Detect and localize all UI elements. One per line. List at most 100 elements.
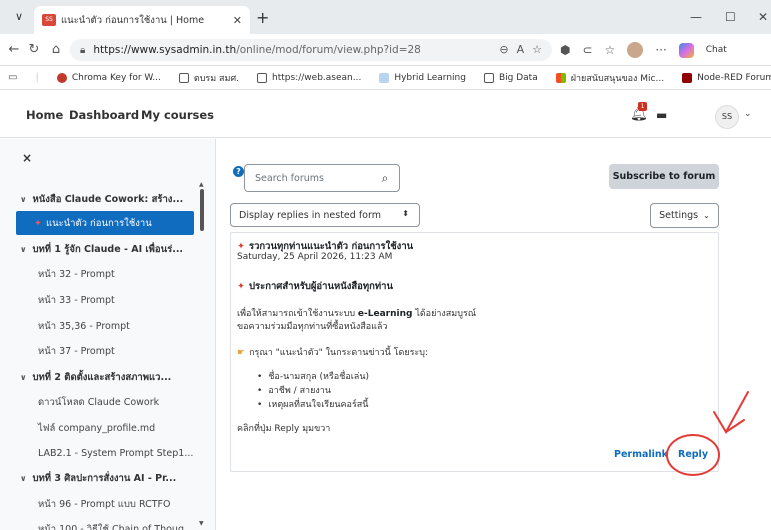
activity-page-96[interactable]: หน้า 96 - Prompt แบบ RCTFO [20,492,208,516]
collections-icon[interactable]: ▭ [8,72,17,83]
activity-download-claude-cowork[interactable]: ดาวน์โหลด Claude Cowork [20,390,208,414]
lock-icon: 🔒︎ [80,44,86,56]
display-mode-value: Display replies in nested form [239,209,381,221]
maximize-icon[interactable]: ☐ [725,10,736,24]
bookmark-item[interactable]: Hybrid Learning [379,72,466,83]
bookmark-item[interactable]: Big Data [483,72,538,83]
checkmark-annotation [713,391,749,435]
minimize-icon[interactable]: — [690,10,702,24]
extension-icon[interactable]: ⬢ [560,43,570,57]
pointing-hand-icon: ☛ [237,348,246,358]
flag-icon: ✦ [237,241,245,252]
chevron-down-icon: ∨ [20,372,27,382]
favorite-star-icon[interactable]: ☆ [532,43,542,56]
favorites-icon[interactable]: ☆ [605,43,616,57]
post-footer-note: คลิกที่ปุ่ม Reply มุมขวา [237,424,331,434]
activity-page-32[interactable]: หน้า 32 - Prompt [20,262,208,286]
chroma-key-icon [56,72,67,83]
bookmark-divider: | [35,72,39,83]
bookmark-item[interactable]: https://web.asean... [257,72,361,83]
tab-list-chevron-icon[interactable]: ∨ [12,10,26,24]
search-icon[interactable]: ⌕ [371,171,399,186]
post-date: Saturday, 25 April 2026, 11:23 AM [237,252,393,262]
bookmarks-bar: ▭ | Chroma Key for W... ตบรม สมศ. https:… [0,66,771,90]
tab-close-icon[interactable]: ✕ [233,14,242,27]
address-bar-actions: ⊖ A ☆ [499,43,542,56]
zoom-icon[interactable]: ⊖ [499,43,508,56]
post-bullet: เหตุผลที่สนใจเรียนคอร์สนี้ [257,397,368,411]
subscribe-button[interactable]: Subscribe to forum [609,164,719,189]
back-arrow-icon[interactable]: ← [6,42,22,58]
course-index-drawer: × ▲ ▼ ∨ หนังสือ Claude Cowork: สร้าง... ✦… [0,139,216,530]
moodle-favicon-icon: SS [42,14,56,26]
nav-my-courses[interactable]: My courses [141,108,214,122]
notification-badge: 1 [638,102,647,111]
node-red-icon [682,72,693,83]
user-avatar[interactable]: SS [715,105,739,129]
activity-introduce-yourself[interactable]: ✦ แนะนำตัว ก่อนการใช้งาน [16,211,194,235]
activity-lab-2-1[interactable]: LAB2.1 - System Prompt Step1... [20,441,208,465]
activity-company-profile[interactable]: ไฟล์ company_profile.md [20,416,208,440]
post-bullet: ชื่อ-นามสกุล (หรือชื่อเล่น) [257,369,369,383]
folder-icon [178,72,189,83]
nav-home[interactable]: Home [26,108,63,122]
activity-page-37[interactable]: หน้า 37 - Prompt [20,339,208,363]
drawer-close-icon[interactable]: × [22,151,32,165]
post-body-line: ขอความร่วมมือทุกท่านที่ซื้อหนังสือแล้ว [237,322,388,332]
window-close-icon[interactable]: ✕ [758,10,768,24]
chevron-down-icon: ∨ [20,473,27,483]
more-menu-icon[interactable]: ··· [655,43,666,57]
nav-dashboard[interactable]: Dashboard [69,108,139,122]
checkmark-annotation [725,419,745,433]
post-heading: ✦ ประกาศสำหรับผู้อ่านหนังสือทุกท่าน [237,281,393,292]
search-forums-input[interactable]: Search forums ⌕ [244,164,400,192]
flag-icon: ✦ [237,281,245,292]
settings-label: Settings [659,210,699,221]
permalink-link[interactable]: Permalink [614,449,668,460]
user-menu-chevron-icon[interactable]: ⌄ [744,109,752,119]
tab-title: แนะนำตัว ก่อนการใช้งาน | Home [61,14,205,26]
bookmark-item[interactable]: Chroma Key for W... [56,72,161,83]
profile-avatar[interactable] [627,42,644,58]
new-tab-plus-icon[interactable]: + [256,8,269,27]
messages-icon[interactable]: ▬ [656,108,667,122]
microsoft-icon [555,72,566,83]
activity-page-35-36[interactable]: หน้า 35,36 - Prompt [20,314,208,338]
forum-post: ✦ รวกวนทุกท่านแนะนำตัว ก่อนการใช้งาน Satu… [230,232,719,472]
forum-flag-icon: ✦ [34,217,42,229]
chevron-down-icon: ∨ [20,244,27,254]
activity-page-33[interactable]: หน้า 33 - Prompt [20,288,208,312]
page-icon [379,72,390,83]
address-bar[interactable]: 🔒︎ https://www.sysadmin.in.th/online/mod… [70,39,552,61]
display-mode-select[interactable]: Display replies in nested form ⬍ [230,203,420,227]
reply-link[interactable]: Reply [678,449,708,460]
post-instruction: ☛ กรุณา "แนะนำตัว" ในกระดานข่าวนี้ โดยระบ… [237,348,429,358]
chevron-down-icon: ⌄ [703,211,710,220]
folder-icon [483,72,494,83]
read-aloud-icon[interactable]: A [517,43,525,56]
reload-icon[interactable]: ↻ [26,42,42,58]
browser-navbar: ← ↻ ⌂ 🔒︎ https://www.sysadmin.in.th/onli… [0,34,771,66]
split-screen-icon[interactable]: ⊂ [582,43,592,57]
browser-tab-bar: ∨ SS แนะนำตัว ก่อนการใช้งาน | Home ✕ + —… [0,0,771,34]
section-chapter-3[interactable]: ∨ บทที่ 3 ศิลปะการสั่งงาน AI - Pr... [20,466,208,490]
activity-page-100[interactable]: หน้า 100 - วิธีใช้ Chain of Thoug... [20,517,208,530]
settings-dropdown-button[interactable]: Settings ⌄ [650,203,719,228]
url-text: https://www.sysadmin.in.th/online/mod/fo… [93,44,421,56]
bookmark-item[interactable]: ตบรม สมศ. [178,71,239,85]
section-book-claude-cowork[interactable]: ∨ หนังสือ Claude Cowork: สร้าง... [20,187,208,211]
select-caret-icon: ⬍ [402,209,409,218]
section-chapter-1[interactable]: ∨ บทที่ 1 รู้จัก Claude - AI เพื่อนร่... [20,237,208,261]
moodle-primary-nav: Home Dashboard My courses 🔔︎ 1 ▬ SS ⌄ [0,90,771,138]
chevron-down-icon: ∨ [20,194,27,204]
link-icon [257,72,268,83]
copilot-icon[interactable] [678,42,694,58]
bookmark-item[interactable]: ฝ่ายสนับสนุนของ Mic... [555,71,664,85]
chat-label[interactable]: Chat [706,45,727,55]
home-icon[interactable]: ⌂ [48,42,64,58]
bookmark-item[interactable]: Node-RED Forum [682,72,771,83]
browser-tab-active[interactable]: SS แนะนำตัว ก่อนการใช้งาน | Home ✕ [34,6,250,34]
post-body-line: เพื่อให้สามารถเข้าใช้งานระบบ e-Learning … [237,309,477,319]
help-icon[interactable]: ? [233,166,244,177]
section-chapter-2[interactable]: ∨ บทที่ 2 ติดตั้งและสร้างสภาพแว... [20,365,208,389]
